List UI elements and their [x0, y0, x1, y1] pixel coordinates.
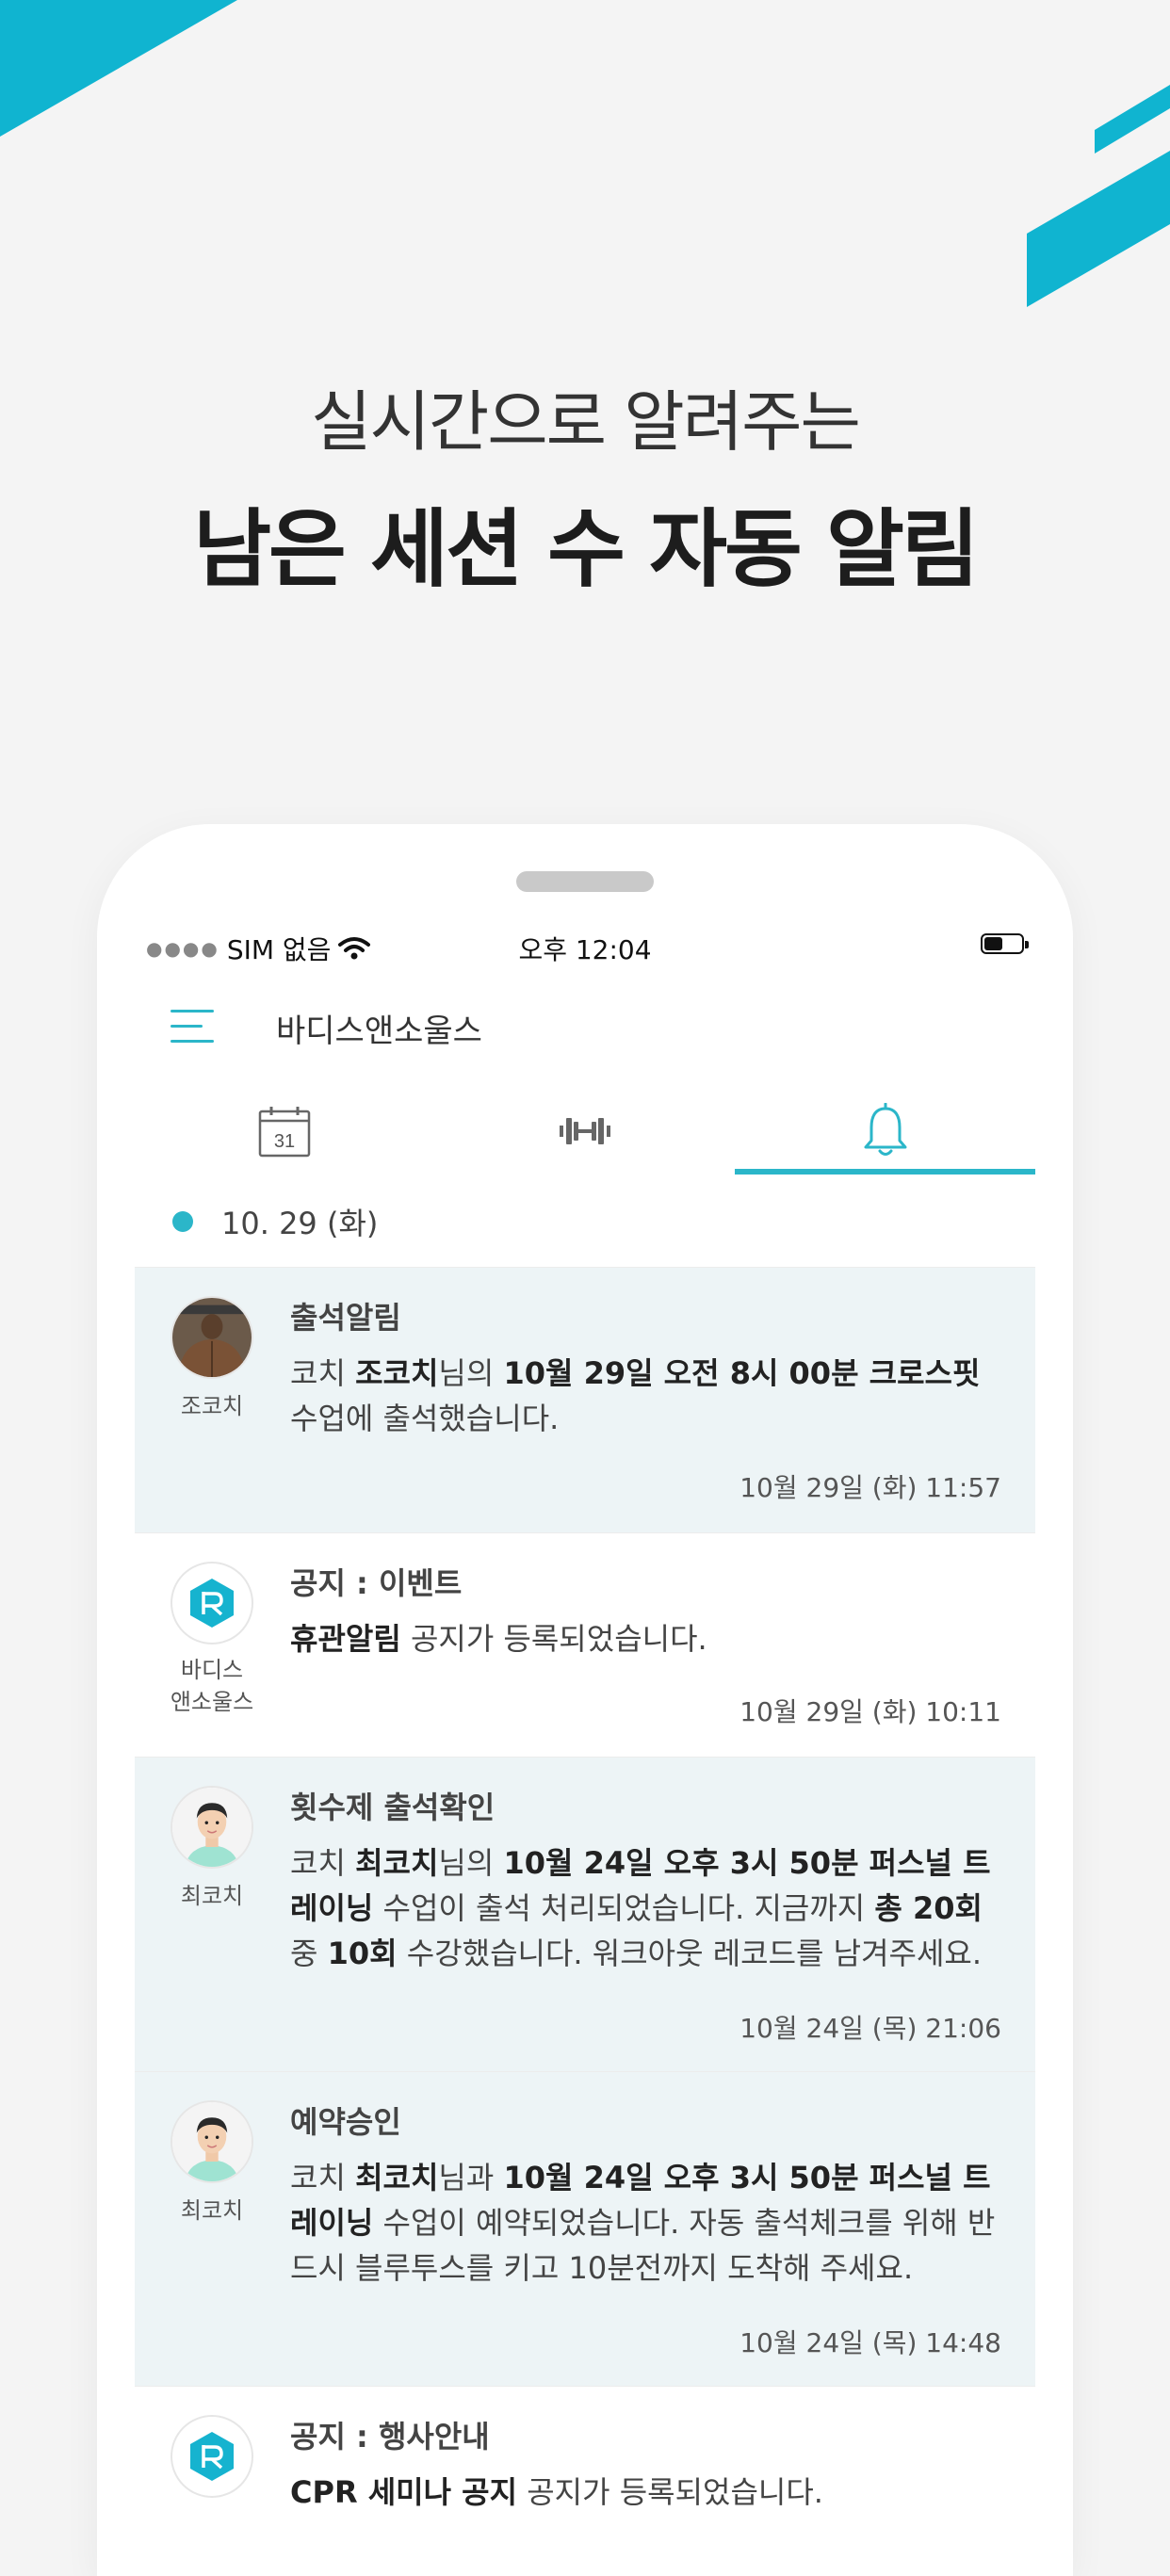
- battery-level: [984, 937, 1002, 950]
- notification-time: 10월 24일 (목) 14:48: [739, 2327, 1001, 2358]
- body-text: 수업이 출석 처리되었습니다. 지금까지: [373, 1890, 875, 1926]
- bell-icon: [864, 1103, 907, 1156]
- body-highlight: 최코치: [355, 1845, 439, 1881]
- notification-body: 휴관알림 공지가 등록되었습니다.: [290, 1616, 1001, 1661]
- body-text: 공지가 등록되었습니다.: [400, 1621, 707, 1657]
- headline-subtitle: 실시간으로 알려주는: [311, 383, 861, 461]
- body-highlight: 조코치: [355, 1355, 439, 1391]
- avatar-name: 바디스 앤소울스: [170, 1657, 254, 1715]
- notification-title: 예약승인: [290, 2104, 401, 2140]
- phone-mockup: ●●●● SIM 없음 오후 12:04 바디스앤소울스 31 10. 29 (…: [97, 824, 1073, 2576]
- date-label: 10. 29 (화): [221, 1206, 379, 1241]
- avatar-name: 최코치: [180, 1883, 244, 1909]
- notification-list: 조코치 출석알림 코치 조코치님의 10월 29일 오전 8시 00분 크로스핏 수…: [135, 1267, 1035, 2536]
- avatar-name: 조코치: [180, 1393, 244, 1419]
- body-text: 코치: [290, 1845, 356, 1881]
- coach-avatar: [171, 1296, 253, 1379]
- body-highlight: 10회: [327, 1936, 398, 1971]
- battery-icon: [981, 930, 1029, 961]
- tab-notifications[interactable]: [735, 1088, 1035, 1175]
- body-text: 님의: [438, 1845, 504, 1881]
- notification-title: 공지 : 행사안내: [290, 2419, 490, 2454]
- body-text: 중: [290, 1936, 328, 1971]
- coach-avatar: [171, 2100, 253, 2183]
- headline-title: 남은 세션 수 자동 알림: [193, 500, 980, 599]
- date-header: 10. 29 (화): [135, 1193, 378, 1250]
- app-title: 바디스앤소울스: [276, 1013, 482, 1050]
- notification-card[interactable]: 공지 : 행사안내 CPR 세미나 공지 공지가 등록되었습니다.: [135, 2386, 1035, 2536]
- body-highlight: 최코치: [355, 2160, 439, 2195]
- coach-avatar: [171, 1786, 253, 1869]
- notification-body: 코치 최코치님과 10월 24일 오후 3시 50분 퍼스널 트레이닝 수업이 …: [290, 2155, 1001, 2291]
- brand-logo-icon: [171, 2415, 253, 2498]
- tab-calendar[interactable]: 31: [135, 1088, 435, 1175]
- notification-card[interactable]: 바디스 앤소울스 공지 : 이벤트휴관알림 공지가 등록되었습니다. 10월 29일…: [135, 1532, 1035, 1757]
- notification-time: 10월 29일 (화) 11:57: [739, 1472, 1001, 1503]
- body-highlight: 10월 29일 오전 8시 00분 크로스핏: [503, 1355, 981, 1391]
- hamburger-menu-icon[interactable]: [171, 1008, 218, 1045]
- notification-title: 공지 : 이벤트: [290, 1565, 463, 1601]
- notification-card[interactable]: 조코치 출석알림 코치 조코치님의 10월 29일 오전 8시 00분 크로스핏 수…: [135, 1267, 1035, 1532]
- body-highlight: CPR 세미나 공지: [290, 2474, 518, 2510]
- app-bar: 바디스앤소울스: [97, 994, 1073, 1069]
- notification-card[interactable]: 최코치 예약승인 코치 최코치님과 10월 24일 오후 3시 50분 퍼스널 트레…: [135, 2071, 1035, 2386]
- body-highlight: 총 20회: [874, 1890, 983, 1926]
- body-text: 님과: [438, 2160, 504, 2195]
- body-highlight: 휴관알림: [290, 1621, 401, 1657]
- tab-bar: 31: [135, 1088, 1035, 1175]
- tab-workout[interactable]: [435, 1088, 736, 1175]
- notification-title: 출석알림: [290, 1300, 401, 1336]
- status-time: 오후 12:04: [518, 934, 652, 965]
- phone-notch: [516, 871, 654, 892]
- body-text: 코치: [290, 2160, 356, 2195]
- body-text: 수업이 예약되었습니다. 자동 출석체크를 위해 반드시 블루투스를 키고 10…: [290, 2205, 996, 2286]
- notification-time: 10월 24일 (목) 21:06: [739, 2013, 1001, 2044]
- notification-body: 코치 조코치님의 10월 29일 오전 8시 00분 크로스핏 수업에 출석했습…: [290, 1351, 1001, 1441]
- decorative-stripe-top-left: [0, 0, 237, 137]
- notification-time: 10월 29일 (화) 10:11: [739, 1696, 1001, 1727]
- body-text: 수업에 출석했습니다.: [290, 1401, 560, 1436]
- date-dot-icon: [172, 1211, 193, 1232]
- body-text: 수강했습니다. 워크아웃 레코드를 남겨주세요.: [397, 1936, 983, 1971]
- notification-card[interactable]: 최코치 횟수제 출석확인 코치 최코치님의 10월 24일 오후 3시 50분 퍼스…: [135, 1757, 1035, 2071]
- body-text: 님의: [438, 1355, 504, 1391]
- calendar-day-label: 31: [274, 1131, 295, 1152]
- body-text: 코치: [290, 1355, 356, 1391]
- brand-logo-icon: [171, 1562, 253, 1644]
- calendar-icon: 31: [259, 1107, 311, 1158]
- notification-body: 코치 최코치님의 10월 24일 오후 3시 50분 퍼스널 트레이닝 수업이 …: [290, 1840, 1001, 1976]
- decorative-stripe-top-right: [1027, 85, 1170, 307]
- avatar-name: 최코치: [180, 2197, 244, 2224]
- notification-body: CPR 세미나 공지 공지가 등록되었습니다.: [290, 2470, 1001, 2515]
- body-text: 공지가 등록되었습니다.: [517, 2474, 823, 2510]
- notification-title: 횟수제 출석확인: [290, 1790, 496, 1825]
- dumbbell-icon: [560, 1118, 610, 1144]
